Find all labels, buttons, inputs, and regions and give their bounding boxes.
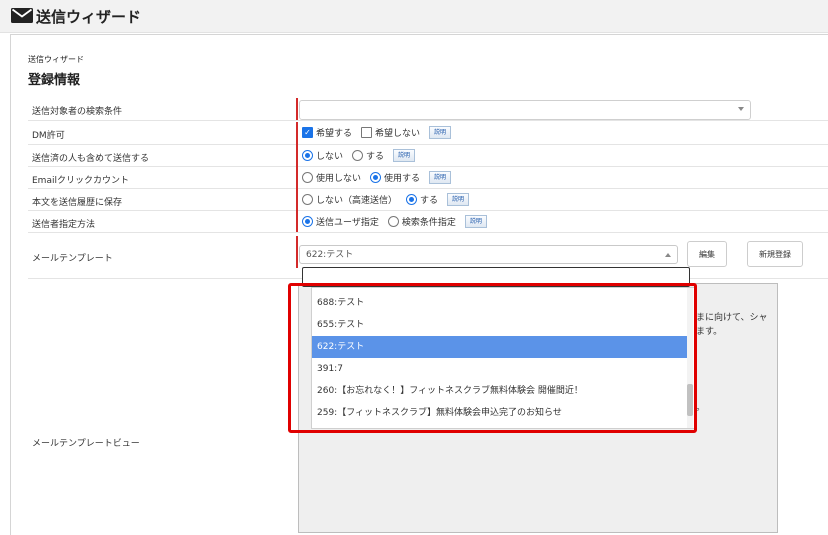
sender-method-radio-user[interactable] xyxy=(302,216,313,227)
edit-button[interactable]: 編集 xyxy=(687,241,727,267)
resend-help-button[interactable]: 説明 xyxy=(393,149,416,162)
mail-icon xyxy=(11,8,33,23)
new-template-button[interactable]: 新規登録 xyxy=(747,241,803,267)
search-condition-select[interactable] xyxy=(299,100,751,120)
resend-option-no-label: しない xyxy=(316,152,344,162)
save-body-option-yes-label: する xyxy=(420,196,439,206)
resend-label: 送信済の人も含めて送信する xyxy=(32,154,150,164)
row-email-click: Emailクリックカウント 使用しない 使用する 説明 xyxy=(28,166,828,189)
save-body-options: しない（高速送信） する 説明 xyxy=(302,193,470,206)
email-click-option-off-label: 使用しない xyxy=(316,174,362,184)
required-mark xyxy=(296,144,298,166)
dropdown-item-selected[interactable]: 622:テスト xyxy=(312,336,687,358)
required-mark xyxy=(296,236,298,268)
required-mark xyxy=(296,188,298,210)
email-click-label: Emailクリックカウント xyxy=(32,176,129,186)
dm-checkbox-no[interactable] xyxy=(361,127,373,138)
email-click-radio-off[interactable] xyxy=(302,172,313,183)
dm-option-no-label: 希望しない xyxy=(375,129,421,139)
page-title: 送信ウィザード xyxy=(36,8,142,26)
dm-help-button[interactable]: 説明 xyxy=(429,126,452,139)
dm-label: DM許可 xyxy=(32,131,65,141)
dropdown-item[interactable]: 688:テスト xyxy=(312,292,687,314)
dm-options: ✓ 希望する 希望しない 説明 xyxy=(302,126,452,139)
dropdown-item[interactable]: 655:テスト xyxy=(312,314,687,336)
resend-option-yes-label: する xyxy=(366,152,385,162)
dropdown-scrollbar[interactable] xyxy=(687,288,693,428)
chevron-down-icon xyxy=(738,107,744,111)
email-click-radio-on[interactable] xyxy=(370,172,382,183)
resend-radio-no[interactable] xyxy=(302,150,313,161)
save-body-option-no-label: しない（高速送信） xyxy=(316,196,398,206)
required-mark xyxy=(296,166,298,188)
required-mark xyxy=(296,210,298,232)
dropdown-item[interactable]: 391:7 xyxy=(312,358,687,380)
save-body-label: 本文を送信履歴に保存 xyxy=(32,198,123,208)
template-dropdown-list: 688:テスト 655:テスト 622:テスト 391:7 260:【お忘れなく… xyxy=(311,287,696,429)
resend-radio-yes[interactable] xyxy=(352,150,364,161)
resend-options: しない する 説明 xyxy=(302,149,416,162)
template-search-input[interactable] xyxy=(302,267,690,287)
sender-method-radio-condition[interactable] xyxy=(387,216,399,227)
row-save-body: 本文を送信履歴に保存 しない（高速送信） する 説明 xyxy=(28,188,828,211)
search-condition-label: 送信対象者の検索条件 xyxy=(32,107,123,117)
row-dm: DM許可 ✓ 希望する 希望しない 説明 xyxy=(28,122,828,145)
email-click-help-button[interactable]: 説明 xyxy=(429,171,452,184)
sender-method-option-condition-label: 検索条件指定 xyxy=(401,218,456,228)
sender-method-label: 送信者指定方法 xyxy=(32,220,96,230)
email-click-option-on-label: 使用する xyxy=(384,174,421,184)
row-sender-method: 送信者指定方法 送信ユーザ指定 検索条件指定 説明 xyxy=(28,210,828,233)
save-body-help-button[interactable]: 説明 xyxy=(447,193,470,206)
top-bar: 送信ウィザード xyxy=(0,0,828,33)
breadcrumb: 送信ウィザード xyxy=(28,55,84,64)
mail-template-value: 622:テスト xyxy=(306,250,354,260)
save-body-radio-yes[interactable] xyxy=(406,194,418,205)
dropdown-item[interactable]: 260:【お忘れなく！】フィットネスクラブ無料体験会 開催間近！ xyxy=(312,380,687,402)
scrollbar-thumb[interactable] xyxy=(687,384,693,416)
row-resend: 送信済の人も含めて送信する しない する 説明 xyxy=(28,144,828,167)
dropdown-item[interactable]: 259:【フィットネスクラブ】無料体験会申込完了のお知らせ xyxy=(312,402,687,424)
sender-method-option-user-label: 送信ユーザ指定 xyxy=(316,218,379,228)
sender-method-options: 送信ユーザ指定 検索条件指定 説明 xyxy=(302,215,487,228)
sender-method-help-button[interactable]: 説明 xyxy=(464,215,487,228)
email-click-options: 使用しない 使用する 説明 xyxy=(302,171,452,184)
dm-checkbox-yes[interactable]: ✓ xyxy=(302,127,313,138)
required-mark xyxy=(296,98,298,120)
mail-template-select[interactable]: 622:テスト xyxy=(299,245,678,264)
preview-text-line: さまに向けて、シャ xyxy=(687,313,768,323)
section-title: 登録情報 xyxy=(28,73,81,88)
template-view-label: メールテンプレートビュー xyxy=(32,439,140,449)
dm-option-yes-label: 希望する xyxy=(316,129,353,139)
save-body-radio-no[interactable] xyxy=(302,194,313,205)
required-mark xyxy=(296,122,298,144)
mail-template-label: メールテンプレート xyxy=(32,254,113,264)
chevron-up-icon xyxy=(665,253,671,257)
